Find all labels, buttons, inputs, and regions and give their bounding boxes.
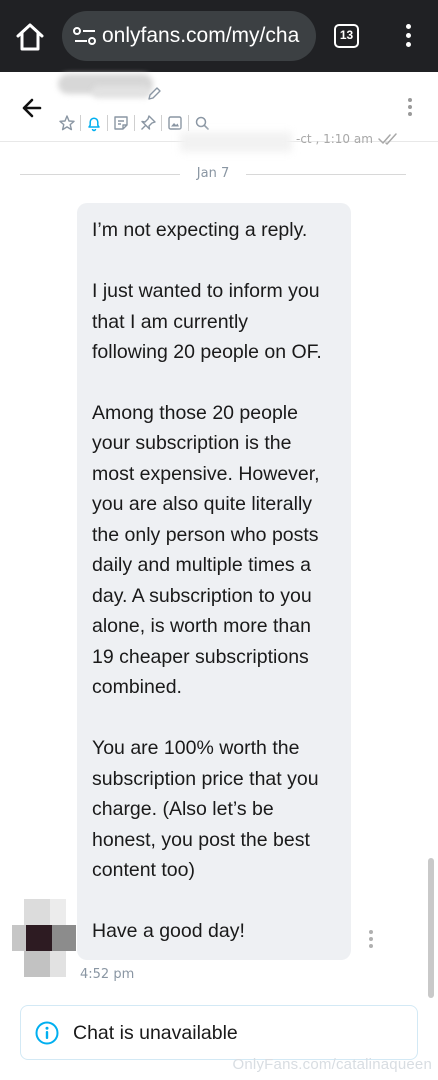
message-line: charge. (Also let’s be <box>92 798 274 820</box>
message-line: your subscription is the <box>92 432 292 454</box>
message-line: Among those 20 people <box>92 402 298 424</box>
pin-icon[interactable] <box>139 114 157 132</box>
message-line: subscription price that you <box>92 768 319 790</box>
message-line: 19 cheaper subscriptions <box>92 646 309 668</box>
message-line: content too) <box>92 859 195 881</box>
message-line: you are also quite literally <box>92 493 313 515</box>
note-icon[interactable] <box>112 114 130 132</box>
address-bar[interactable]: onlyfans.com/my/cha <box>62 11 316 61</box>
info-icon <box>35 1021 59 1045</box>
url-text[interactable]: onlyfans.com/my/cha <box>102 23 299 49</box>
date-divider-line <box>246 174 406 175</box>
browser-toolbar: onlyfans.com/my/cha 13 <box>0 0 438 72</box>
avatar[interactable] <box>12 899 76 977</box>
notice-text: Chat is unavailable <box>73 1022 238 1044</box>
date-divider-line <box>20 174 180 175</box>
site-settings-icon[interactable] <box>72 25 98 47</box>
scrollbar[interactable] <box>428 858 434 998</box>
edit-pencil-icon[interactable] <box>146 86 162 102</box>
browser-menu-icon[interactable] <box>398 22 418 52</box>
double-check-icon <box>378 133 397 145</box>
previous-message-time: -ct , 1:10 am <box>296 132 373 146</box>
search-icon[interactable] <box>193 114 211 132</box>
message-line: I just wanted to inform you <box>92 280 320 302</box>
back-arrow-icon[interactable] <box>18 96 42 120</box>
message-line: Have a good day! <box>92 920 245 942</box>
message-line: most expensive. However, <box>92 463 320 485</box>
home-icon[interactable] <box>14 22 46 52</box>
date-separator: Jan 7 <box>196 166 230 181</box>
message-line: I’m not expecting a reply. <box>92 219 308 241</box>
message-line: combined. <box>92 676 182 698</box>
message-line: day. A subscription to you <box>92 585 312 607</box>
chat-unavailable-notice: Chat is unavailable <box>20 1005 418 1060</box>
message-line: alone, is worth more than <box>92 615 311 637</box>
message-line: honest, you post the best <box>92 829 310 851</box>
chat-header-actions <box>58 114 211 132</box>
tab-switcher-icon[interactable]: 13 <box>334 24 359 48</box>
message-line: daily and multiple times a <box>92 554 311 576</box>
message-line: You are 100% worth the <box>92 737 300 759</box>
message-line: that I am currently <box>92 311 249 333</box>
redacted-username-detail <box>92 86 150 98</box>
star-icon[interactable] <box>58 114 76 132</box>
message-line: following 20 people on OF. <box>92 341 322 363</box>
message-time: 4:52 pm <box>80 967 135 982</box>
bell-icon[interactable] <box>85 114 103 132</box>
image-icon[interactable] <box>166 114 184 132</box>
more-vert-icon[interactable] <box>404 96 416 120</box>
watermark: OnlyFans.com/catalinaqueen <box>232 1056 432 1073</box>
message-line: the only person who posts <box>92 524 319 546</box>
message-options-icon[interactable] <box>366 928 376 948</box>
redacted-previous-message <box>180 132 292 152</box>
